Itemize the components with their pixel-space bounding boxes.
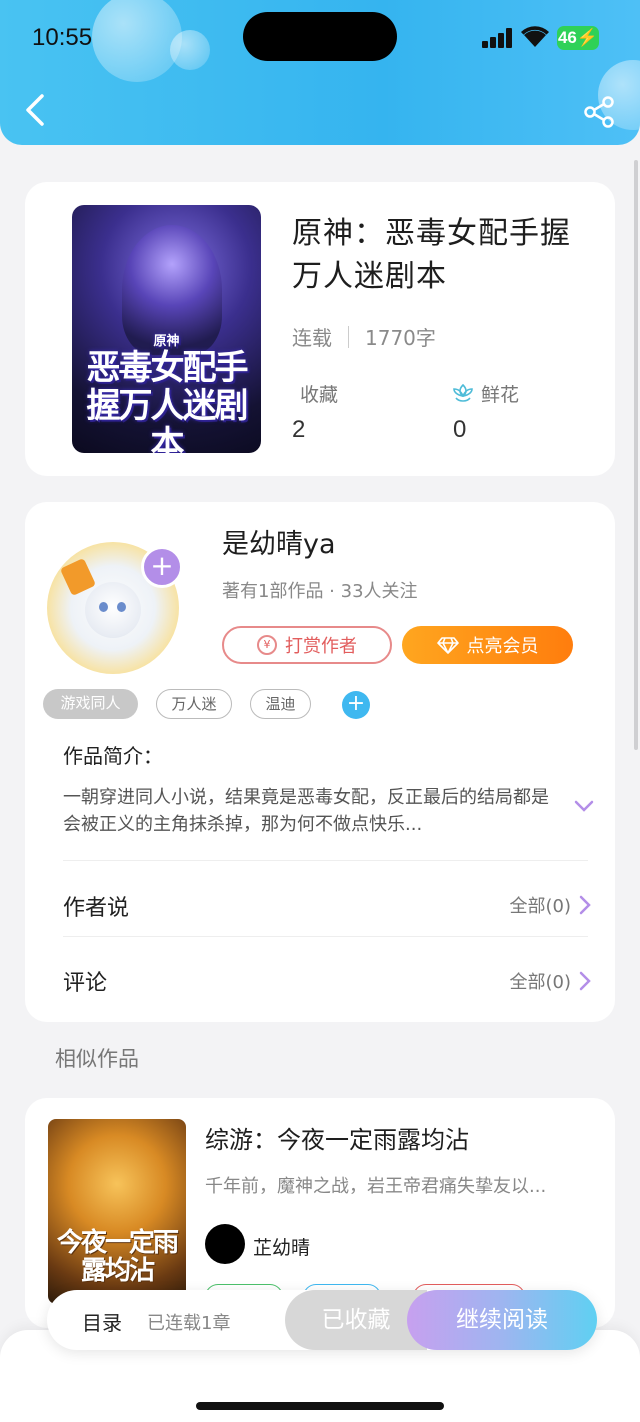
dynamic-island: [243, 12, 397, 61]
back-icon[interactable]: [20, 92, 50, 128]
author-card: + 是幼晴ya 著有1部作品 · 33人关注 ¥ 打赏作者 点亮会员 游戏同人 …: [25, 502, 615, 1022]
intro-text: 一朝穿进同人小说，结果竟是恶毒女配，反正最后的结局都是会被正义的主角抹杀掉，那为…: [63, 787, 549, 835]
similar-cover-title: 今夜一定雨露均沾: [56, 1228, 179, 1286]
intro-label: 作品简介：: [63, 744, 163, 768]
chevron-down-icon[interactable]: [573, 798, 595, 814]
share-icon[interactable]: [582, 95, 616, 129]
chevron-right-icon: [579, 971, 591, 991]
collect-label: 收藏: [300, 384, 339, 406]
flower-icon: [453, 383, 473, 402]
book-status: 连载: [292, 326, 332, 350]
author-sub: 著有1部作品 · 33人关注: [222, 581, 418, 602]
decor-bubble: [92, 0, 182, 82]
flower-label: 鲜花: [481, 384, 520, 406]
author-name[interactable]: 是幼晴ya: [222, 522, 336, 561]
toc-chapter-count[interactable]: 已连载1章: [147, 1309, 230, 1335]
wifi-icon: [521, 26, 549, 47]
add-tag-button[interactable]: +: [342, 691, 370, 719]
battery-indicator: 46⚡: [557, 26, 599, 50]
signal-icon: [482, 28, 514, 48]
yen-icon: ¥: [257, 635, 277, 655]
book-title: 原神：恶毒女配手握万人迷剧本: [292, 216, 571, 294]
bottom-action-bar: 目录 已连载1章 已收藏 继续阅读: [47, 1290, 597, 1350]
follow-plus-icon[interactable]: +: [141, 546, 183, 588]
tag-item[interactable]: 游戏同人: [43, 689, 138, 719]
similar-cover[interactable]: 今夜一定雨露均沾: [48, 1119, 186, 1304]
author-says-all-link[interactable]: 全部(0): [510, 892, 592, 918]
word-count: 1770字: [365, 326, 436, 350]
tag-item[interactable]: 温迪: [250, 689, 311, 719]
continue-reading-button[interactable]: 继续阅读: [407, 1290, 597, 1350]
similar-desc: 千年前，魔神之战，岩王帝君痛失挚友以...: [205, 1176, 547, 1197]
status-time: 10:55: [32, 24, 93, 51]
vip-button[interactable]: 点亮会员: [402, 626, 573, 664]
book-info-card: 原神 恶毒女配手握万人迷剧本 原神：恶毒女配手握万人迷剧本 连载 1770字 收…: [25, 182, 615, 476]
collected-button[interactable]: 已收藏: [285, 1290, 427, 1350]
tag-item[interactable]: 万人迷: [156, 689, 232, 719]
scrollbar[interactable]: [634, 160, 638, 750]
decor-bubble: [170, 30, 210, 70]
book-cover[interactable]: 原神 恶毒女配手握万人迷剧本: [72, 205, 261, 453]
similar-author-avatar: [205, 1224, 245, 1264]
book-meta: 连载 1770字: [292, 322, 436, 351]
tip-author-button[interactable]: ¥ 打赏作者: [222, 626, 392, 664]
flower-count: 0: [453, 416, 467, 443]
diamond-icon: [436, 637, 459, 654]
similar-author-name: 芷幼晴: [253, 1237, 311, 1259]
cover-title: 原神 恶毒女配手握万人迷剧本: [86, 334, 249, 454]
home-indicator[interactable]: [196, 1402, 444, 1410]
author-says-label: 作者说: [63, 896, 130, 921]
comments-label: 评论: [63, 971, 108, 996]
similar-section-title: 相似作品: [55, 1047, 139, 1071]
header: 10:55 46⚡: [0, 0, 640, 145]
comments-all-link[interactable]: 全部(0): [510, 968, 592, 994]
similar-title[interactable]: 综游：今夜一定雨露均沾: [205, 1120, 469, 1155]
collect-count: 2: [292, 416, 306, 443]
chevron-right-icon: [579, 895, 591, 915]
toc-button[interactable]: 目录: [82, 1307, 122, 1336]
flower-stat[interactable]: 鲜花: [451, 380, 519, 407]
